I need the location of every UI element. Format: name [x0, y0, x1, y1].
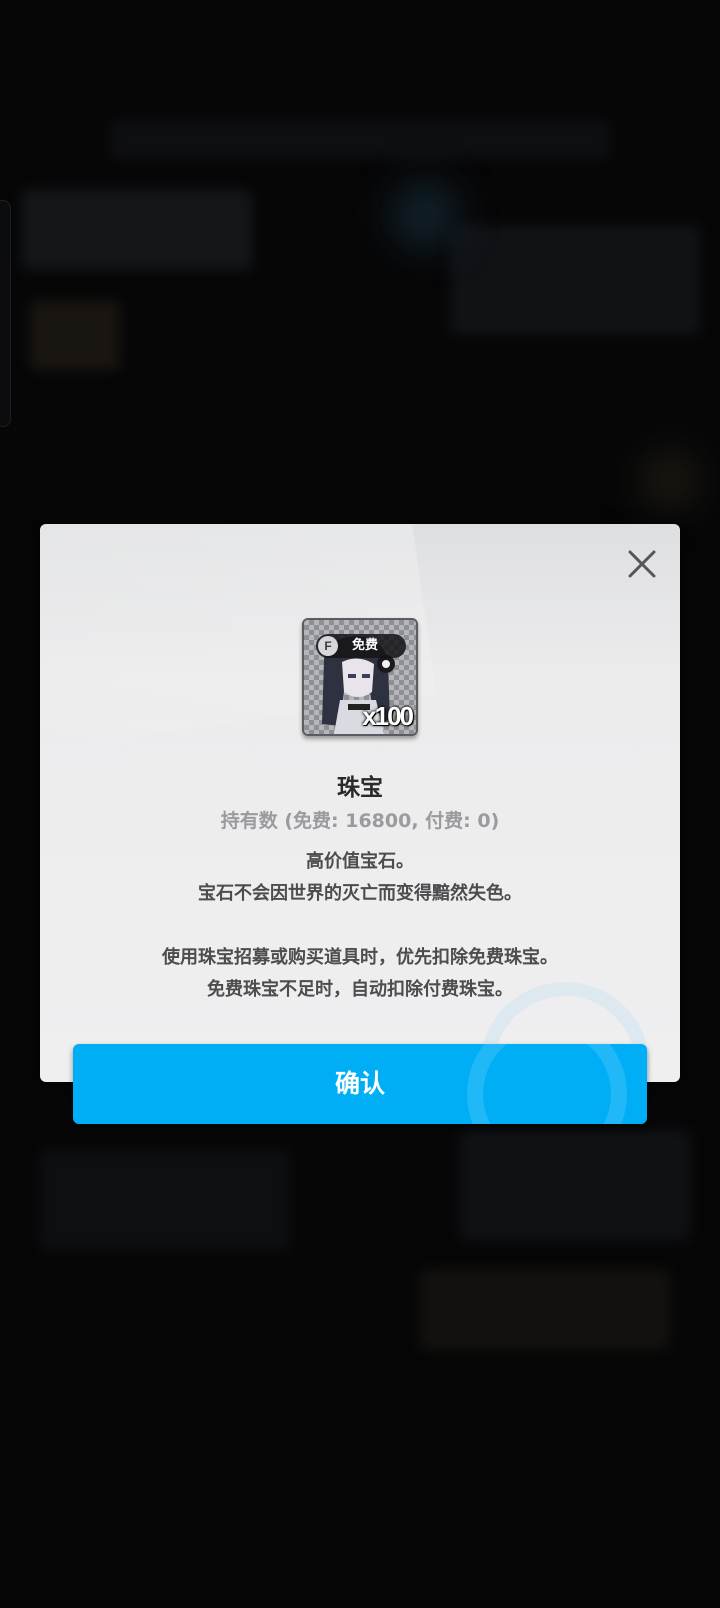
free-badge: F 免费 [316, 634, 406, 658]
confirm-button[interactable]: 确认 [73, 1044, 647, 1124]
confirm-button-label: 确认 [334, 1069, 385, 1098]
item-description-line: 宝石不会因世界的灭亡而变得黯然失色。 [198, 883, 522, 904]
item-description-line: 使用珠宝招募或购买道具时，优先扣除免费珠宝。 [162, 947, 558, 968]
item-description-line: 免费珠宝不足时，自动扣除付费珠宝。 [207, 979, 513, 1000]
background-panel [420, 1270, 670, 1350]
game-screen: F 免费 x100 珠宝 持有数 (免费: 16800, 付费: 0) 高价值宝… [0, 0, 720, 1608]
item-info-dialog: F 免费 x100 珠宝 持有数 (免费: 16800, 付费: 0) 高价值宝… [40, 524, 680, 1082]
item-owned-count: 持有数 (免费: 16800, 付费: 0) [220, 810, 500, 832]
background-panel [40, 1150, 290, 1250]
background-panel [22, 190, 252, 270]
background-panel [450, 225, 700, 335]
item-icon-card: F 免费 x100 [302, 618, 418, 736]
free-badge-label: 免费 [352, 638, 379, 653]
background-panel [460, 1130, 690, 1240]
close-button[interactable] [622, 544, 662, 584]
background-panel [110, 120, 610, 160]
item-quantity: x100 [362, 701, 414, 731]
button-watermark-emblem [467, 1044, 627, 1124]
free-badge-icon: F [318, 636, 338, 656]
item-description-line: 高价值宝石。 [306, 851, 414, 872]
side-drawer-tab [0, 200, 11, 427]
background-panel [30, 300, 120, 370]
background-glow [390, 180, 460, 250]
item-name: 珠宝 [337, 775, 383, 801]
background-glow [640, 450, 700, 510]
close-icon [628, 550, 656, 578]
